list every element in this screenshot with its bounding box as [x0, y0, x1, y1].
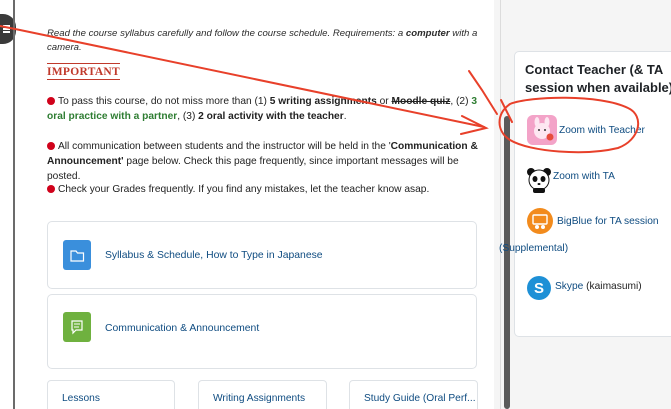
communication-card[interactable]: Communication & Announcement [47, 294, 477, 369]
study-guide-tile[interactable]: Study Guide (Oral Perf... [349, 380, 478, 409]
block-title: Contact Teacher (& TA session when avail… [525, 62, 671, 95]
sidebar-divider [500, 0, 501, 409]
rule-attendance: To pass this course, do not miss more th… [47, 96, 477, 122]
study-guide-label: Study Guide (Oral Perf... [364, 393, 476, 404]
red-dot-icon [47, 96, 55, 105]
skype-icon: S [527, 276, 551, 300]
zoom-teacher-link[interactable]: Zoom with Teacher [559, 125, 645, 136]
pink-zoom-icon [527, 115, 557, 145]
bigblue-link[interactable]: BigBlue for TA session [557, 216, 659, 227]
red-dot-icon [47, 141, 55, 150]
writing-tile[interactable]: Writing Assignments [198, 380, 327, 409]
lessons-label: Lessons [62, 393, 100, 404]
folder-icon [63, 240, 91, 270]
forum-icon [63, 312, 91, 342]
intro-text: Read the course syllabus carefully and f… [47, 28, 478, 53]
lessons-tile[interactable]: Lessons [47, 380, 175, 409]
svg-text:S: S [534, 280, 544, 297]
content-left-border [13, 0, 15, 409]
writing-label: Writing Assignments [213, 393, 306, 404]
bigbluebutton-icon [527, 208, 553, 234]
syllabus-link[interactable]: Syllabus & Schedule, How to Type in Japa… [105, 250, 323, 261]
panda-icon [525, 166, 553, 194]
contact-teacher-block: Contact Teacher (& TA session when avail… [499, 51, 671, 337]
bigblue-supplemental[interactable]: (Supplemental) [499, 243, 568, 254]
red-dot-icon [47, 184, 55, 193]
menu-icon [3, 25, 10, 27]
rule-grades: Check your Grades frequently. If you fin… [47, 182, 487, 197]
skype-link[interactable]: Skype (kaimasumi) [555, 281, 642, 292]
scrollbar[interactable] [504, 116, 510, 409]
zoom-ta-link[interactable]: Zoom with TA [553, 171, 615, 182]
communication-link[interactable]: Communication & Announcement [105, 323, 259, 334]
syllabus-card[interactable]: Syllabus & Schedule, How to Type in Japa… [47, 221, 477, 289]
important-label: IMPORTANT [47, 63, 120, 80]
rule-communication: All communication between students and t… [47, 141, 478, 182]
